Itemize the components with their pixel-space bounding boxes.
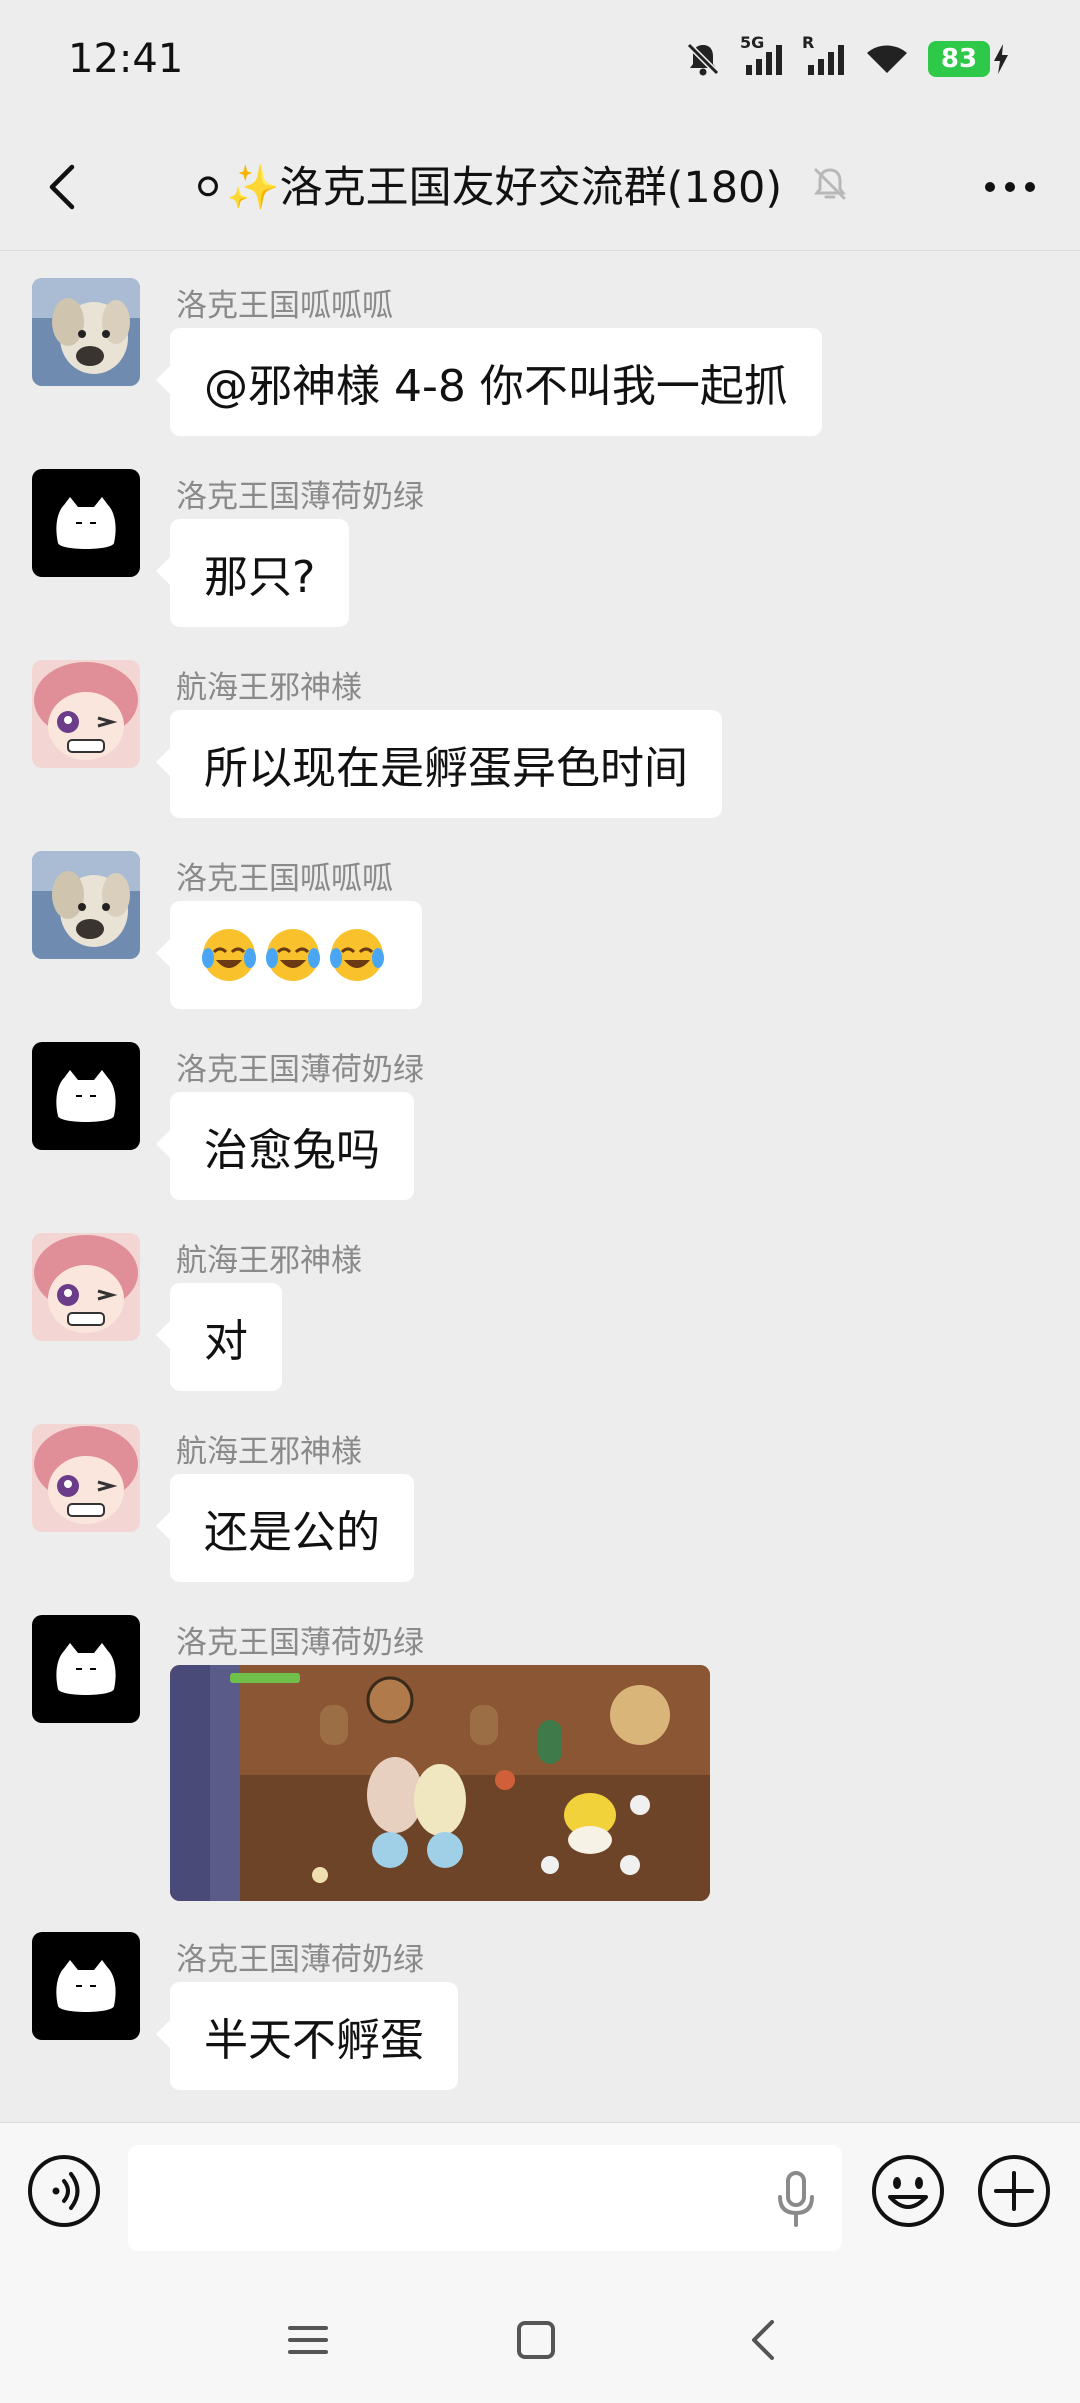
message-list[interactable]: 洛克王国呱呱呱 @邪神様 4-8 你不叫我一起抓 洛克王国薄荷奶绿 那只? 航海… xyxy=(0,250,1080,2122)
charging-icon xyxy=(994,44,1008,74)
avatar-white-cat[interactable] xyxy=(32,1932,140,2040)
system-nav-bar xyxy=(0,2270,1080,2403)
crying-laughing-emoji-icon xyxy=(202,929,256,981)
message-bubble[interactable]: 那只? xyxy=(155,519,350,627)
crying-laughing-emoji-icon xyxy=(266,929,320,981)
menu-nav-button[interactable] xyxy=(278,2310,338,2370)
home-nav-button[interactable] xyxy=(506,2310,566,2370)
sender-name: 航海王邪神様 xyxy=(176,1243,362,1279)
avatar-anime-girl[interactable] xyxy=(32,1233,140,1341)
more-dots-icon xyxy=(985,182,1035,192)
message-bubble[interactable]: 所以现在是孵蛋异色时间 xyxy=(156,710,722,818)
voice-mode-button[interactable] xyxy=(26,2153,102,2229)
signal-5g-icon: 5G xyxy=(740,33,784,77)
message-bubble[interactable]: 治愈兔吗 xyxy=(156,1092,414,1200)
battery-indicator: 83 xyxy=(928,41,1008,77)
sender-name: 洛克王国薄荷奶绿 xyxy=(176,479,424,515)
message-bubble[interactable]: 对 xyxy=(156,1283,282,1391)
bell-off-status-icon xyxy=(684,40,722,78)
avatar-white-cat[interactable] xyxy=(32,1615,140,1723)
emoji-button[interactable] xyxy=(870,2153,946,2229)
avatar-anime-girl[interactable] xyxy=(32,660,140,768)
message-bubble[interactable]: 还是公的 xyxy=(156,1474,414,1582)
message-bubble[interactable]: @邪神様 4-8 你不叫我一起抓 xyxy=(156,328,822,436)
sender-name: 洛克王国呱呱呱 xyxy=(176,288,393,324)
plus-circle-icon xyxy=(978,2155,1050,2227)
voice-mode-icon xyxy=(28,2155,100,2227)
back-button[interactable] xyxy=(30,155,94,219)
avatar-dog[interactable] xyxy=(32,278,140,386)
chat-title: ⚪✨洛克王国友好交流群(180) xyxy=(190,163,783,213)
avatar-anime-girl[interactable] xyxy=(32,1424,140,1532)
crying-laughing-emoji-icon xyxy=(330,929,384,981)
game-screenshot-image xyxy=(170,1665,710,1901)
status-bar: 12:41 5G R 83 xyxy=(0,0,1080,125)
signal-roaming-icon: R xyxy=(802,33,846,77)
back-nav-button[interactable] xyxy=(734,2310,794,2370)
chat-header: ⚪✨洛克王国友好交流群(180) xyxy=(0,125,1080,251)
roaming-label: R xyxy=(802,33,815,52)
menu-icon xyxy=(288,2326,328,2354)
microphone-button[interactable] xyxy=(768,2169,824,2229)
image-message[interactable] xyxy=(170,1665,710,1901)
chevron-left-icon xyxy=(49,164,75,210)
sender-name: 航海王邪神様 xyxy=(176,1434,362,1470)
chat-input-bar xyxy=(0,2122,1080,2271)
smiley-icon xyxy=(872,2155,944,2227)
square-home-icon xyxy=(517,2321,555,2359)
more-actions-button[interactable] xyxy=(976,2153,1052,2229)
avatar-white-cat[interactable] xyxy=(32,469,140,577)
chevron-left-nav-icon xyxy=(752,2320,774,2360)
more-options-button[interactable] xyxy=(970,155,1050,219)
message-bubble[interactable]: 半天不孵蛋 xyxy=(156,1982,458,2090)
message-bubble[interactable]: 😭😭😭 xyxy=(156,901,422,1009)
status-time: 12:41 xyxy=(68,36,184,82)
sender-name: 洛克王国薄荷奶绿 xyxy=(176,1052,424,1088)
avatar-white-cat[interactable] xyxy=(32,1042,140,1150)
wifi-icon xyxy=(864,41,910,77)
status-icons: 5G R 83 xyxy=(684,33,1008,78)
avatar-dog[interactable] xyxy=(32,851,140,959)
microphone-icon xyxy=(778,2171,814,2227)
message-input[interactable] xyxy=(128,2145,842,2251)
sender-name: 洛克王国薄荷奶绿 xyxy=(176,1625,424,1661)
sender-name: 航海王邪神様 xyxy=(176,670,362,706)
sender-name: 洛克王国薄荷奶绿 xyxy=(176,1942,424,1978)
network-label: 5G xyxy=(740,33,765,52)
battery-level: 83 xyxy=(928,41,990,77)
sender-name: 洛克王国呱呱呱 xyxy=(176,861,393,897)
bell-off-icon xyxy=(808,162,852,206)
chat-title-area: ⚪✨洛克王国友好交流群(180) xyxy=(190,153,852,215)
